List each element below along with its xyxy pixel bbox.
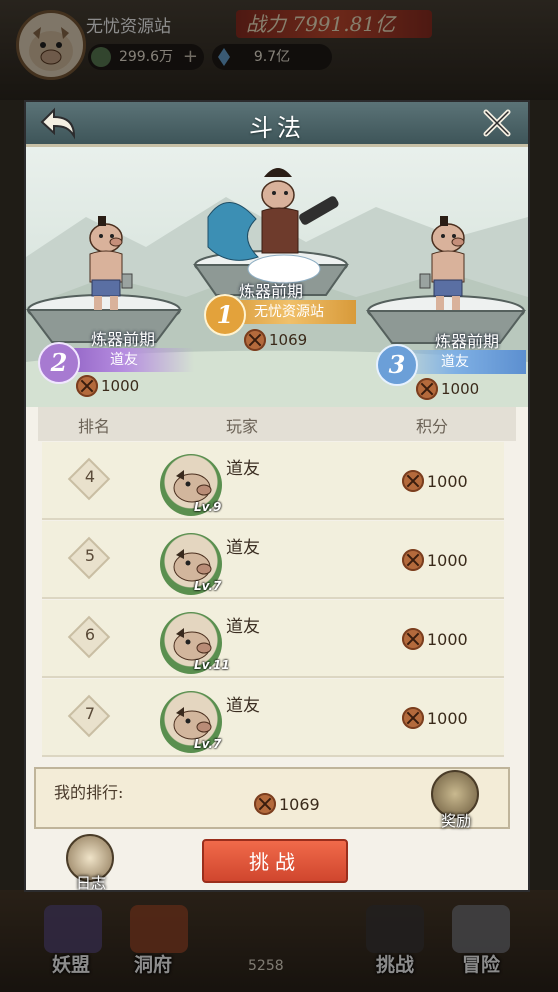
third-score-value: 1000 bbox=[441, 380, 480, 398]
row-score: 1000 bbox=[402, 628, 468, 650]
second-score-value: 1000 bbox=[101, 377, 140, 395]
my-rank-score: 1069 bbox=[254, 793, 320, 815]
reward-label: 奖励 bbox=[440, 812, 471, 830]
score-sword-icon bbox=[416, 378, 438, 400]
row-rank: 6 bbox=[84, 625, 96, 644]
second-medal-icon: 2 bbox=[38, 342, 80, 384]
character-second bbox=[89, 216, 133, 310]
log-label: 日志 bbox=[75, 874, 106, 892]
row-player-name: 道友 bbox=[226, 459, 260, 479]
row-score-value: 1000 bbox=[427, 550, 468, 570]
close-icon bbox=[483, 109, 511, 137]
level-badge: Lv.9 bbox=[194, 500, 222, 514]
ranking-row[interactable]: 4 Lv.9 道友 1000 bbox=[42, 442, 504, 520]
row-player-name: 道友 bbox=[226, 617, 260, 637]
dialog-title-bar: 斗法 bbox=[26, 102, 528, 147]
score-sword-icon bbox=[402, 470, 424, 492]
challenge-button[interactable]: 挑战 bbox=[202, 839, 348, 883]
arena-dialog: 斗法 炼器前期 无忧资源站 1 1069 炼器前期 道友 2 1000 炼器前期… bbox=[24, 100, 530, 892]
row-score: 1000 bbox=[402, 549, 468, 571]
score-sword-icon bbox=[402, 549, 424, 571]
reward-button[interactable]: 奖励 bbox=[429, 770, 483, 830]
second-score: 1000 bbox=[76, 375, 139, 397]
my-rank-label: 我的排行: bbox=[54, 783, 124, 802]
ranking-row[interactable]: 6 Lv.11 道友 1000 bbox=[42, 600, 504, 678]
ranking-row[interactable]: 5 Lv.7 道友 1000 bbox=[42, 521, 504, 599]
my-rank-score-value: 1069 bbox=[279, 794, 320, 814]
third-realm: 炼器前期 bbox=[434, 332, 499, 351]
row-score: 1000 bbox=[402, 707, 468, 729]
col-player: 玩家 bbox=[226, 417, 259, 436]
close-button[interactable] bbox=[480, 106, 514, 140]
third-medal-icon: 3 bbox=[376, 344, 418, 386]
character-third bbox=[419, 216, 465, 310]
score-sword-icon bbox=[244, 329, 266, 351]
back-button[interactable] bbox=[38, 106, 78, 140]
ranking-row[interactable]: 7 Lv.7 道友 1000 bbox=[42, 679, 504, 757]
score-sword-icon bbox=[76, 375, 98, 397]
ranking-header: 排名 玩家 积分 bbox=[38, 407, 516, 441]
row-score-value: 1000 bbox=[427, 708, 468, 728]
level-badge: Lv.7 bbox=[194, 737, 222, 751]
score-sword-icon bbox=[402, 628, 424, 650]
row-score-value: 1000 bbox=[427, 629, 468, 649]
score-sword-icon bbox=[254, 793, 276, 815]
col-rank: 排名 bbox=[78, 417, 111, 436]
row-player-name: 道友 bbox=[226, 696, 260, 716]
first-score: 1069 bbox=[244, 329, 307, 351]
first-score-value: 1069 bbox=[269, 331, 308, 349]
row-score-value: 1000 bbox=[427, 471, 468, 491]
third-score: 1000 bbox=[416, 378, 479, 400]
second-realm: 炼器前期 bbox=[90, 330, 155, 349]
first-medal-icon: 1 bbox=[204, 294, 246, 336]
row-rank: 5 bbox=[84, 546, 96, 565]
level-badge: Lv.11 bbox=[194, 658, 230, 672]
score-sword-icon bbox=[402, 707, 424, 729]
col-score: 积分 bbox=[416, 417, 449, 436]
row-rank: 7 bbox=[84, 704, 96, 723]
dialog-title: 斗法 bbox=[249, 114, 305, 142]
row-rank: 4 bbox=[84, 467, 96, 486]
character-first bbox=[207, 168, 339, 284]
back-arrow-icon bbox=[40, 107, 76, 140]
row-score: 1000 bbox=[402, 470, 468, 492]
log-button[interactable]: 日志 bbox=[64, 834, 118, 892]
level-badge: Lv.7 bbox=[194, 579, 222, 593]
row-player-name: 道友 bbox=[226, 538, 260, 558]
